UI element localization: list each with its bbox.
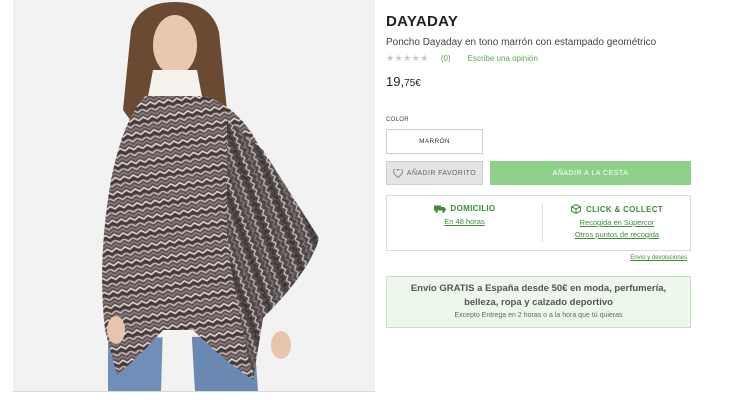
free-shipping-banner: Envío GRATIS a España desde 50€ en moda,… <box>386 276 691 328</box>
product-price: 19,75€ <box>386 74 421 89</box>
other-pickup-points-link[interactable]: Otros puntos de recogida <box>542 231 692 239</box>
delivery-home-header: DOMICILIO <box>387 204 542 213</box>
delivery-collect-title: CLICK & COLLECT <box>586 204 663 214</box>
truck-icon <box>433 205 446 213</box>
image-divider <box>13 391 375 392</box>
shipping-line-2: belleza, ropa y calzado deportivo <box>464 297 613 308</box>
box-icon <box>571 204 582 214</box>
add-favorite-button[interactable]: AÑADIR FAVORITO <box>386 161 483 185</box>
add-favorite-label: AÑADIR FAVORITO <box>406 169 477 177</box>
rating-row: ★★★★★ (0) Escribe una opinión <box>386 52 538 64</box>
delivery-home-link[interactable]: En 48 horas <box>387 218 542 226</box>
price-integer: 19, <box>386 74 405 89</box>
rating-stars: ★★★★★ <box>386 52 429 63</box>
delivery-options: DOMICILIO En 48 horas CLICK & COLLECT Re… <box>386 195 691 251</box>
add-to-cart-button[interactable]: AÑADIR A LA CESTA <box>490 161 691 185</box>
product-image[interactable] <box>13 0 375 392</box>
product-title: Poncho Dayaday en tono marrón con estamp… <box>386 37 657 48</box>
price-decimal: 75€ <box>404 78 421 89</box>
delivery-home: DOMICILIO En 48 horas <box>387 204 542 226</box>
delivery-collect: CLICK & COLLECT Recogida en Supercor Otr… <box>542 204 692 239</box>
product-brand[interactable]: DAYADAY <box>386 13 458 30</box>
shipping-note: Excepto Entrega en 2 horas o a la hora q… <box>454 312 623 319</box>
heart-icon <box>393 168 403 178</box>
review-count-link[interactable]: (0) <box>441 54 451 63</box>
shipping-line-1: Envío GRATIS a España desde 50€ en moda,… <box>410 283 667 294</box>
delivery-home-title: DOMICILIO <box>450 204 496 213</box>
color-option-selected[interactable]: MARRÓN <box>386 129 483 154</box>
shipping-headline: Envío GRATIS a España desde 50€ en moda,… <box>387 277 690 310</box>
shipping-returns-link[interactable]: Envío y devoluciones <box>630 255 687 261</box>
delivery-collect-header: CLICK & COLLECT <box>542 204 692 214</box>
color-label: COLOR <box>386 117 409 123</box>
write-review-link[interactable]: Escribe una opinión <box>468 54 538 63</box>
pickup-supercor-link[interactable]: Recogida en Supercor <box>542 219 692 227</box>
